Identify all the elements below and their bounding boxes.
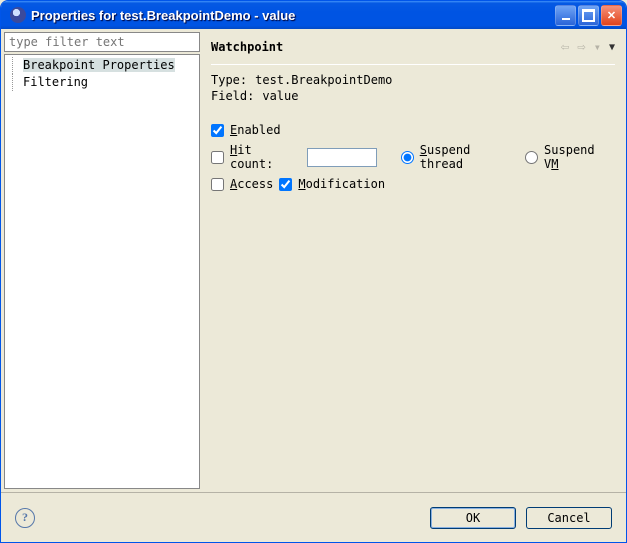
type-label: Type: [211,73,247,87]
window-buttons [555,5,622,26]
suspend-vm-radio[interactable] [525,151,538,164]
modification-label[interactable]: Modification [298,177,385,191]
help-icon[interactable]: ? [15,508,35,528]
enabled-label[interactable]: Enabled [230,123,281,137]
modification-checkbox[interactable] [279,178,292,191]
hitcount-row: Hit count: Suspend thread Suspend VM [211,143,615,171]
window-title: Properties for test.BreakpointDemo - val… [31,8,555,23]
divider [211,64,615,65]
field-label: Field: [211,89,254,103]
sidebar-item-label: Breakpoint Properties [23,58,175,72]
sidebar: Breakpoint Properties Filtering [4,32,200,489]
category-tree: Breakpoint Properties Filtering [4,54,200,489]
view-menu-icon[interactable]: ▼ [609,42,615,53]
suspend-thread-label[interactable]: Suspend thread [420,143,519,171]
hitcount-checkbox[interactable] [211,151,224,164]
titlebar[interactable]: Properties for test.BreakpointDemo - val… [1,1,626,29]
type-row: Type: test.BreakpointDemo [211,73,615,87]
sidebar-item-breakpoint-properties[interactable]: Breakpoint Properties [5,57,199,74]
field-value: value [262,89,298,103]
close-button[interactable] [601,5,622,26]
suspend-vm-label[interactable]: Suspend VM [544,143,615,171]
cancel-button[interactable]: Cancel [526,507,612,529]
back-icon[interactable]: ⇦ [561,39,569,55]
suspend-thread-radio[interactable] [401,151,414,164]
type-value: test.BreakpointDemo [255,73,392,87]
filter-input[interactable] [4,32,200,52]
access-row: Access Modification [211,177,615,191]
nav-arrows: ⇦ ⇨ ▾ ▼ [561,39,615,55]
ok-button[interactable]: OK [430,507,516,529]
form: Enabled Hit count: Suspend thread Suspen… [211,123,615,197]
sidebar-item-filtering[interactable]: Filtering [5,74,199,91]
main-header: Watchpoint ⇦ ⇨ ▾ ▼ [211,34,615,60]
content-area: Breakpoint Properties Filtering Watchpoi… [1,29,626,492]
field-row: Field: value [211,89,615,103]
main-panel: Watchpoint ⇦ ⇨ ▾ ▼ Type: test.Breakpoint… [203,32,623,489]
maximize-button[interactable] [578,5,599,26]
hitcount-input[interactable] [307,148,377,167]
enabled-row: Enabled [211,123,615,137]
forward-icon[interactable]: ⇨ [577,39,585,55]
app-icon [10,7,26,23]
enabled-checkbox[interactable] [211,124,224,137]
page-title: Watchpoint [211,40,561,54]
hitcount-label[interactable]: Hit count: [230,143,301,171]
button-bar: ? OK Cancel [1,492,626,542]
minimize-button[interactable] [555,5,576,26]
access-checkbox[interactable] [211,178,224,191]
sidebar-item-label: Filtering [23,75,88,89]
dialog-window: Properties for test.BreakpointDemo - val… [0,0,627,543]
access-label[interactable]: Access [230,177,273,191]
